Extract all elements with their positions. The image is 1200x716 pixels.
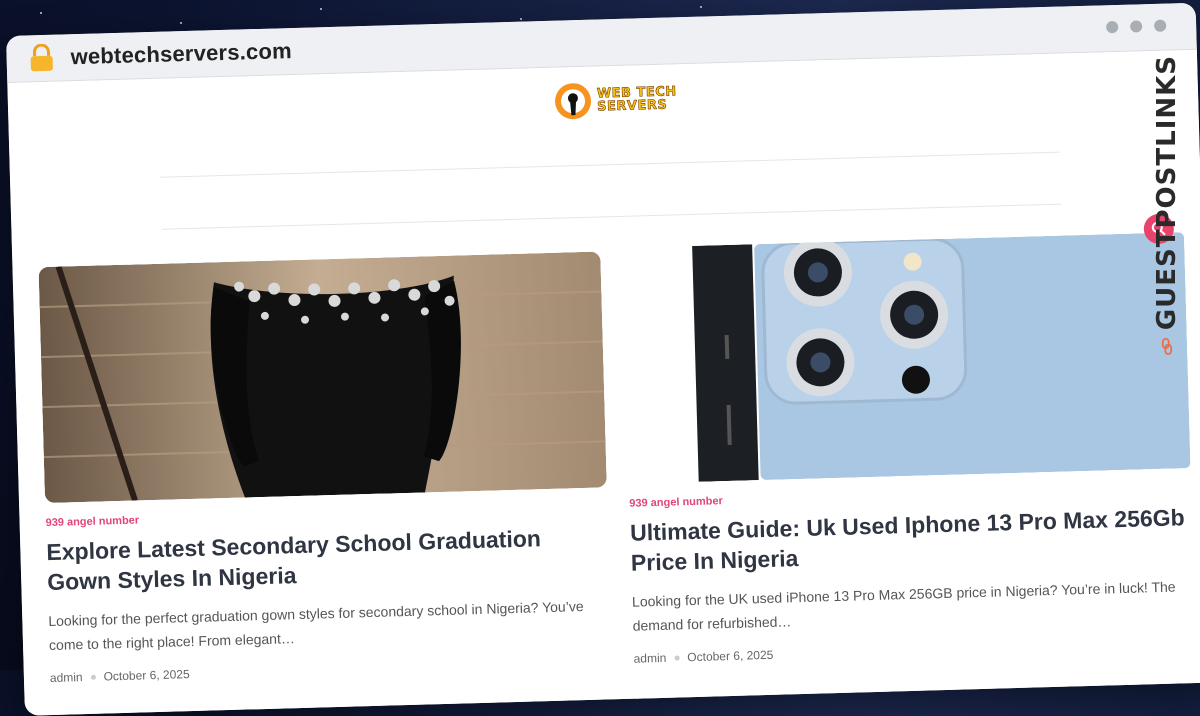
post-card[interactable]: 939 angel number Explore Latest Secondar… xyxy=(38,251,611,685)
window-dot-1[interactable] xyxy=(1106,20,1119,34)
web-page: WEB TECH SERVERS 939 angel number Explor… xyxy=(7,49,1200,716)
post-thumbnail[interactable] xyxy=(38,251,607,504)
post-author[interactable]: admin xyxy=(633,651,666,666)
link-chain-icon xyxy=(1161,338,1173,355)
meta-separator xyxy=(674,654,680,661)
guestpostlinks-badge: GUESTPOSTLINKS xyxy=(1142,55,1192,355)
gown-photo xyxy=(38,251,607,504)
post-meta: admin October 6, 2025 xyxy=(633,636,1195,666)
iphone-photo xyxy=(622,232,1191,484)
divider xyxy=(159,151,1060,178)
browser-window: webtechservers.com WEB TECH SERVERS 939 … xyxy=(6,2,1200,716)
post-thumbnail[interactable] xyxy=(622,232,1191,484)
badge-text: GUESTPOSTLINKS xyxy=(1152,55,1182,331)
site-logo[interactable]: WEB TECH SERVERS xyxy=(552,78,677,121)
post-date: October 6, 2025 xyxy=(687,647,774,665)
post-meta: admin October 6, 2025 xyxy=(50,655,612,685)
logo-line-2: SERVERS xyxy=(597,97,668,115)
post-excerpt: Looking for the perfect graduation gown … xyxy=(48,598,584,654)
meta-separator xyxy=(90,674,96,680)
lock-icon xyxy=(30,43,53,72)
window-dot-2[interactable] xyxy=(1130,20,1143,33)
post-title[interactable]: Explore Latest Secondary School Graduati… xyxy=(46,521,609,597)
post-author[interactable]: admin xyxy=(50,670,83,685)
address-bar-url[interactable]: webtechservers.com xyxy=(70,38,292,70)
keyhole-logo-icon xyxy=(555,83,592,120)
divider xyxy=(161,203,1062,230)
post-excerpt: Looking for the UK used iPhone 13 Pro Ma… xyxy=(631,578,1176,634)
post-card[interactable]: 939 angel number Ultimate Guide: Uk Used… xyxy=(622,232,1195,666)
window-controls xyxy=(1106,19,1167,34)
window-dot-3[interactable] xyxy=(1153,19,1167,32)
post-title[interactable]: Ultimate Guide: Uk Used Iphone 13 Pro Ma… xyxy=(630,502,1193,578)
